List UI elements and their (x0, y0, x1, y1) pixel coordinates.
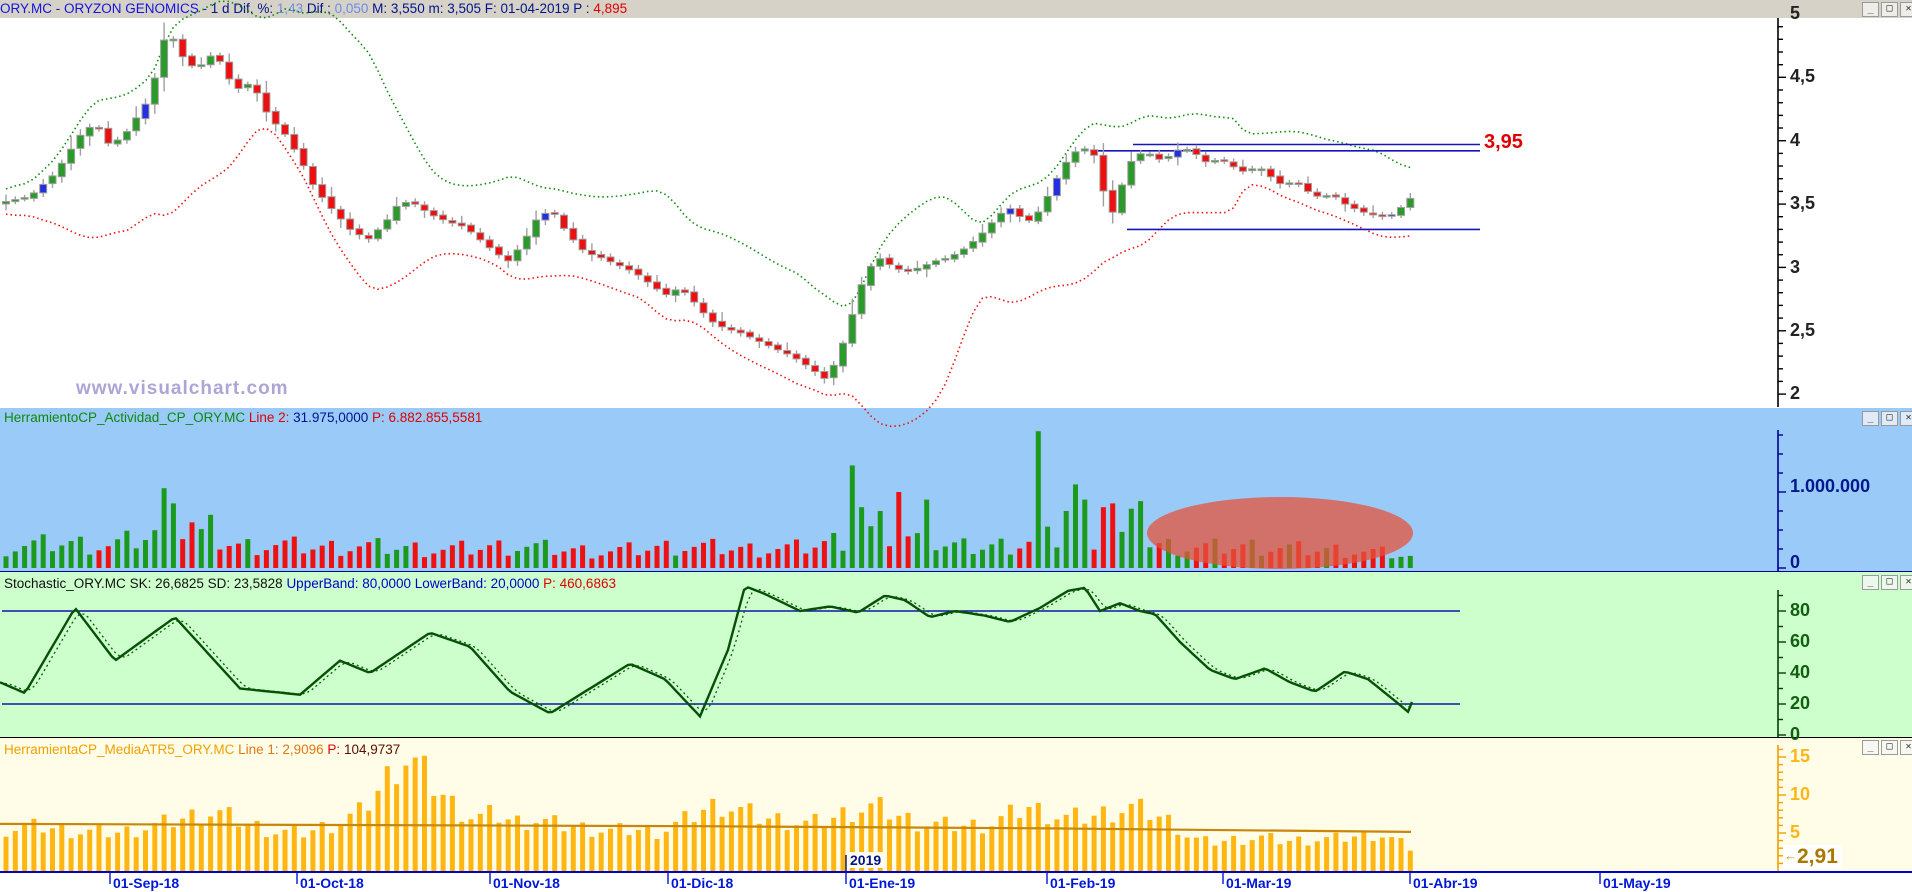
volume-panel-header: HerramientoCP_Actividad_CP_ORY.MC Line 2… (4, 410, 482, 425)
axis-tick-label: 4 (1790, 129, 1801, 150)
date-axis-label: 01-Feb-19 (1050, 875, 1116, 891)
axis-tick-label: 2 (1790, 382, 1801, 403)
minimize-button[interactable]: _ (1862, 575, 1879, 590)
window-controls: _ □ ✕ (1862, 2, 1912, 17)
minimize-button[interactable]: _ (1862, 740, 1879, 755)
axis-tick-label: 20 (1790, 692, 1811, 713)
header-segment: SD: 23,5828 (207, 576, 287, 591)
header-segment: 104,9737 (343, 742, 401, 757)
atr-last-value: 2,91 (1797, 845, 1838, 868)
header-segment: P: 6.882.855,5581 (371, 410, 483, 425)
axis-tick-label: 2,5 (1790, 319, 1816, 340)
date-axis-label: 01-Ene-19 (849, 875, 916, 891)
chart-canvas[interactable] (0, 0, 1912, 892)
maximize-button[interactable]: □ (1881, 740, 1898, 755)
visual-chart-window: ORY.MC - ORYZON GENOMICS - 1 d Dif. %: 1… (0, 0, 1912, 892)
header-segment: P: (327, 742, 344, 757)
axis-tick-label: 60 (1790, 630, 1811, 651)
axis-arrow-icon: ← (1784, 848, 1797, 863)
header-segment: P: 460,6863 (543, 576, 616, 591)
window-controls: _ □ ✕ (1862, 575, 1912, 590)
window-controls: _ □ ✕ (1862, 411, 1912, 426)
year-axis-label: 2019 (848, 852, 884, 868)
visualchart-watermark: www.visualchart.com (76, 378, 289, 399)
date-axis-label: 01-Mar-19 (1226, 875, 1292, 891)
volume-highlight-ellipse (1147, 497, 1413, 569)
date-axis-label: 01-Dic-18 (671, 875, 734, 891)
axis-tick-label: 3,5 (1790, 192, 1816, 213)
minimize-button[interactable]: _ (1862, 411, 1879, 426)
window-controls: _ □ ✕ (1862, 740, 1912, 755)
axis-tick-label: 0 (1790, 551, 1801, 572)
header-segment: UpperBand: 80,0000 (286, 576, 415, 591)
axis-tick-label: 10 (1790, 783, 1811, 804)
close-button[interactable]: ✕ (1900, 740, 1912, 755)
date-axis-label: 01-May-19 (1603, 875, 1671, 891)
axis-tick-label: 80 (1790, 599, 1811, 620)
axis-tick-label: 5 (1790, 821, 1801, 842)
axis-tick-label: 5 (1790, 2, 1801, 23)
header-segment: Line 2: (248, 410, 294, 425)
header-segment: Line 1: 2,9096 (238, 742, 328, 757)
close-button[interactable]: ✕ (1900, 411, 1912, 426)
axis-tick-label: 4,5 (1790, 65, 1816, 86)
header-segment: SK: 26,6825 (129, 576, 208, 591)
axis-tick-label: 0 (1790, 723, 1801, 744)
header-segment: HerramientoCP_Actividad_CP_ORY.MC (4, 410, 249, 425)
date-axis-label: 01-Oct-18 (300, 875, 364, 891)
date-axis-label: 01-Sep-18 (113, 875, 180, 891)
maximize-button[interactable]: □ (1881, 411, 1898, 426)
resistance-price-label: 3,95 (1484, 131, 1523, 153)
minimize-button[interactable]: _ (1862, 2, 1879, 17)
close-button[interactable]: ✕ (1900, 575, 1912, 590)
header-segment: 31.975,0000 (293, 410, 372, 425)
header-segment: HerramientaCP_MediaATR5_ORY.MC (4, 742, 239, 757)
date-axis-label: 01-Nov-18 (493, 875, 560, 891)
atr-panel-header: HerramientaCP_MediaATR5_ORY.MC Line 1: 2… (4, 742, 400, 757)
atr-last-value-marker: ←2,91 (1783, 845, 1842, 869)
header-segment: Stochastic_ORY.MC (4, 576, 130, 591)
axis-tick-label: 40 (1790, 661, 1811, 682)
close-button[interactable]: ✕ (1900, 2, 1912, 17)
axis-tick-label: 1.000.000 (1790, 475, 1871, 496)
header-segment: LowerBand: 20,0000 (414, 576, 544, 591)
stochastic-panel-header: Stochastic_ORY.MC SK: 26,6825 SD: 23,582… (4, 576, 616, 591)
axis-tick-label: 15 (1790, 745, 1811, 766)
axis-tick-label: 3 (1790, 256, 1801, 277)
maximize-button[interactable]: □ (1881, 2, 1898, 17)
maximize-button[interactable]: □ (1881, 575, 1898, 590)
date-axis-label: 01-Abr-19 (1413, 875, 1478, 891)
